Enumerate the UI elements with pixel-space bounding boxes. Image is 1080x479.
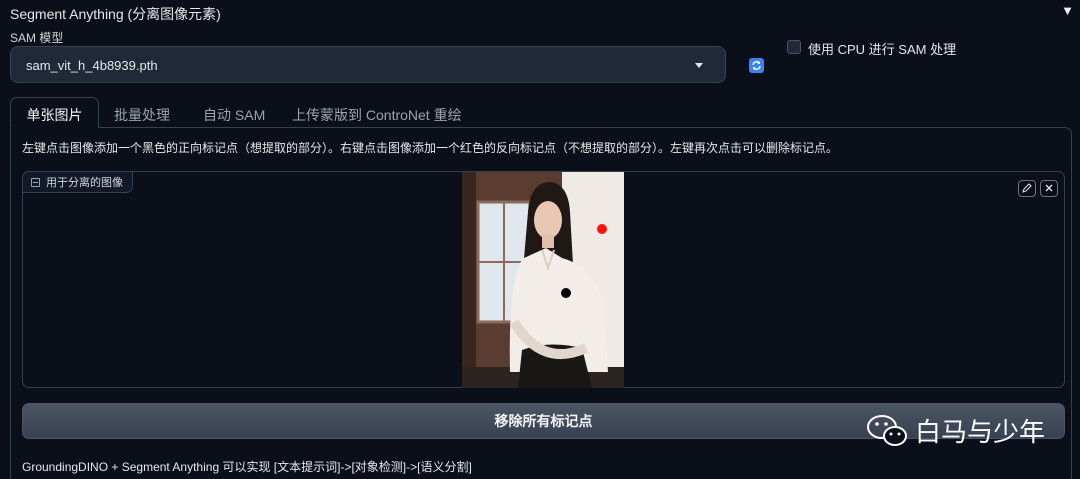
close-icon bbox=[1045, 184, 1053, 192]
uploaded-photo[interactable] bbox=[462, 172, 624, 388]
collapse-toggle-icon[interactable]: ▼ bbox=[1061, 3, 1074, 18]
instructions-text: 左键点击图像添加一个黑色的正向标记点（想提取的部分）。右键点击图像添加一个红色的… bbox=[22, 141, 839, 155]
watermark-text: 白马与少年 bbox=[915, 417, 1046, 447]
edit-image-button[interactable] bbox=[1018, 180, 1036, 197]
sam-model-label: SAM 模型 bbox=[10, 31, 64, 45]
refresh-models-button[interactable] bbox=[749, 58, 764, 73]
chevron-down-icon bbox=[695, 63, 703, 68]
negative-marker-point[interactable] bbox=[597, 224, 607, 234]
wechat-icon bbox=[867, 414, 907, 446]
sam-model-dropdown[interactable]: sam_vit_h_4b8939.pth bbox=[10, 46, 726, 83]
image-input-label: 用于分离的图像 bbox=[46, 177, 123, 189]
tab-batch[interactable]: 批量处理 bbox=[114, 98, 170, 127]
accordion-header[interactable]: Segment Anything (分离图像元素) ▼ bbox=[0, 0, 1080, 24]
pencil-icon bbox=[1022, 183, 1032, 193]
wechat-watermark: 白马与少年 bbox=[865, 412, 1045, 449]
cpu-checkbox-label: 使用 CPU 进行 SAM 处理 bbox=[808, 42, 957, 57]
grounding-dino-note: GroundingDINO + Segment Anything 可以实现 [文… bbox=[22, 460, 472, 474]
photo-illustration bbox=[462, 172, 624, 388]
refresh-icon bbox=[752, 61, 761, 70]
tab-single-image[interactable]: 单张图片 bbox=[10, 97, 99, 128]
clear-image-button[interactable] bbox=[1040, 180, 1058, 197]
tab-upload-mask-controlnet[interactable]: 上传蒙版到 ControNet 重绘 bbox=[292, 98, 462, 127]
positive-marker-point[interactable] bbox=[561, 288, 571, 298]
accordion-title: Segment Anything (分离图像元素) bbox=[10, 6, 221, 22]
segment-anything-panel: Segment Anything (分离图像元素) ▼ SAM 模型 sam_v… bbox=[0, 0, 1080, 479]
image-icon bbox=[31, 177, 40, 187]
tab-auto-sam[interactable]: 自动 SAM bbox=[203, 98, 265, 127]
image-input-label-chip: 用于分离的图像 bbox=[22, 171, 133, 193]
cpu-checkbox[interactable] bbox=[787, 40, 801, 54]
sam-model-value: sam_vit_h_4b8939.pth bbox=[26, 58, 158, 73]
